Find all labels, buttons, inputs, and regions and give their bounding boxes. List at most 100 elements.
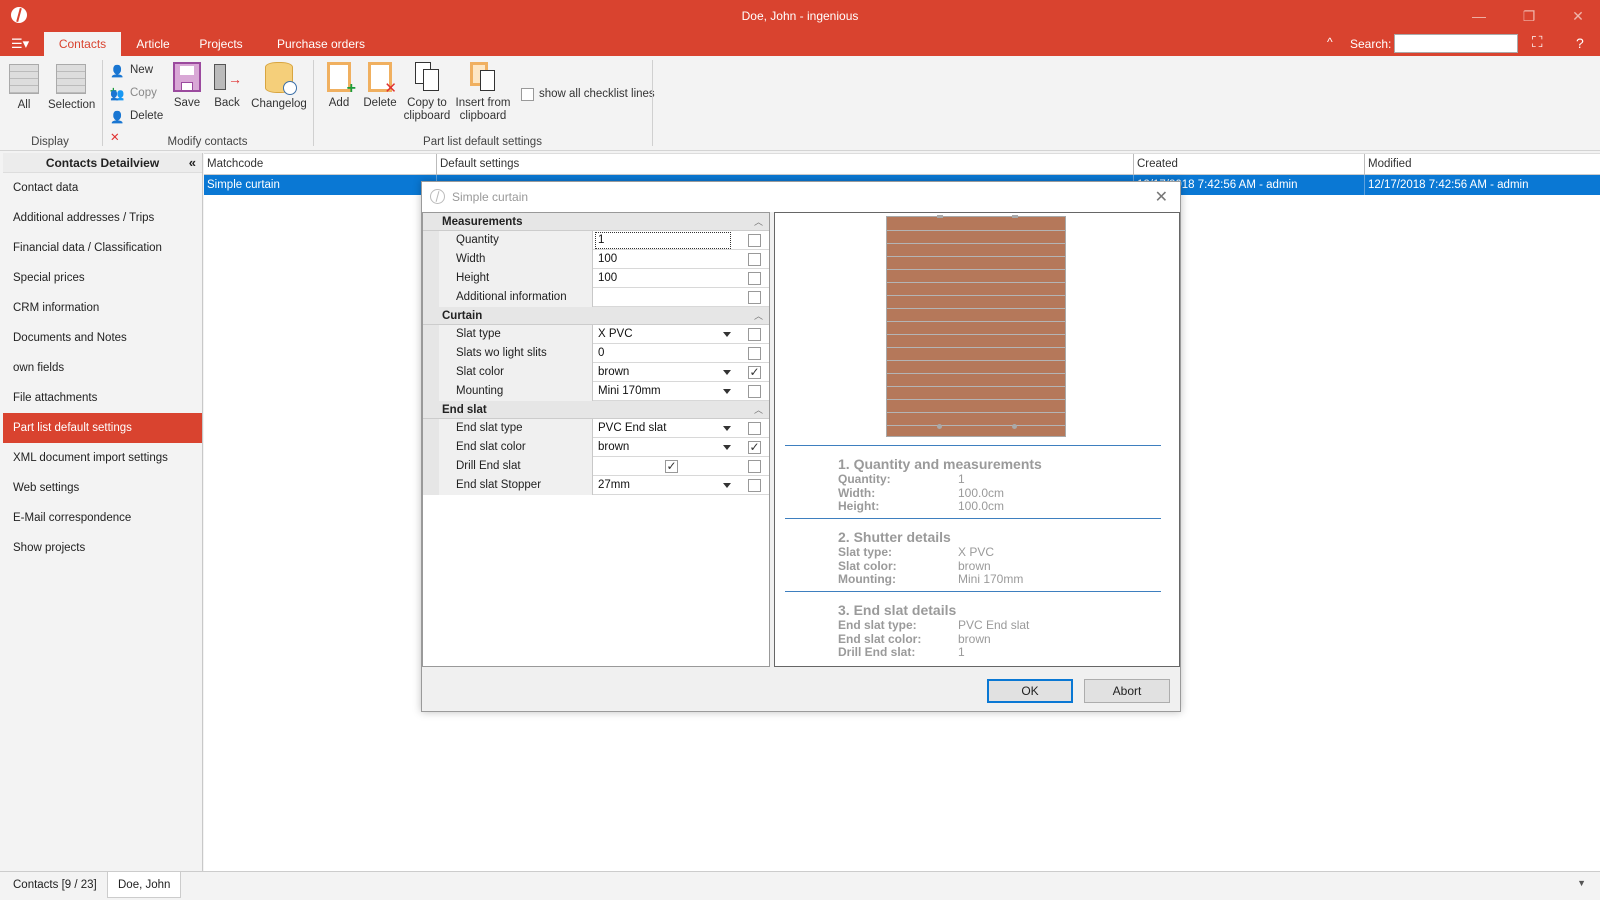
- minimize-button[interactable]: —: [1469, 6, 1489, 26]
- restore-button[interactable]: ❐: [1519, 6, 1539, 26]
- collapse-sidebar-icon[interactable]: «: [189, 153, 196, 173]
- sidebar-item-special-prices[interactable]: Special prices: [3, 263, 202, 293]
- property-dropdown[interactable]: PVC End slat: [594, 419, 736, 438]
- ribbon-separator: [313, 60, 314, 146]
- checklist-checkbox[interactable]: [748, 328, 761, 341]
- checklist-checkbox[interactable]: [748, 385, 761, 398]
- sidebar-item-web-settings[interactable]: Web settings: [3, 473, 202, 503]
- checklist-checkbox[interactable]: [748, 291, 761, 304]
- search-input[interactable]: [1394, 34, 1518, 53]
- dropdown-arrow-icon[interactable]: [723, 445, 731, 450]
- property-value-input[interactable]: 100: [594, 269, 736, 288]
- sidebar-item-show-projects[interactable]: Show projects: [3, 533, 202, 563]
- sidebar-item-contact-data[interactable]: Contact data: [3, 173, 202, 203]
- copy-to-clipboard-button[interactable]: Copy to clipboard: [403, 62, 451, 123]
- dropdown-arrow-icon[interactable]: [723, 370, 731, 375]
- back-button[interactable]: → Back: [210, 62, 244, 110]
- sidebar-item-additional-addresses-trips[interactable]: Additional addresses / Trips: [3, 203, 202, 233]
- checklist-checkbox[interactable]: [748, 347, 761, 360]
- group-partlist-label: Part list default settings: [423, 136, 542, 148]
- ok-button[interactable]: OK: [987, 679, 1073, 703]
- checklist-checkbox[interactable]: [748, 460, 761, 473]
- category-curtain[interactable]: Curtain ︿: [423, 307, 769, 325]
- category-measurements[interactable]: Measurements ︿: [423, 213, 769, 231]
- checklist-checkbox[interactable]: [748, 479, 761, 492]
- partlist-add-button[interactable]: + Add: [322, 62, 356, 110]
- display-all-button[interactable]: All: [8, 64, 40, 112]
- abort-button[interactable]: Abort: [1084, 679, 1170, 703]
- checklist-checkbox[interactable]: [748, 234, 761, 247]
- property-dropdown[interactable]: 27mm: [594, 476, 736, 495]
- display-selection-button[interactable]: Selection: [48, 64, 95, 112]
- summary-section-title: 3. End slat details: [838, 602, 957, 618]
- property-dropdown[interactable]: brown: [594, 363, 736, 382]
- insert-from-clipboard-button[interactable]: Insert from clipboard: [455, 62, 511, 123]
- collapse-category-icon[interactable]: ︿: [754, 213, 763, 231]
- sidebar-item-financial-data-classification[interactable]: Financial data / Classification: [3, 233, 202, 263]
- property-dropdown[interactable]: Mini 170mm: [594, 382, 736, 401]
- collapse-ribbon-icon[interactable]: ^: [1327, 35, 1333, 49]
- column-header-default-settings[interactable]: Default settings: [436, 154, 1136, 175]
- property-value-input[interactable]: [594, 288, 736, 307]
- tabs-overflow-icon[interactable]: ▼: [1577, 878, 1586, 888]
- close-button[interactable]: ✕: [1568, 6, 1588, 26]
- copy-contact-button[interactable]: 👥 Copy: [110, 83, 157, 103]
- property-value-input[interactable]: 1: [594, 231, 732, 250]
- collapse-category-icon[interactable]: ︿: [754, 401, 763, 419]
- summary-item: Slat color: brown: [838, 559, 991, 574]
- sidebar-item-file-attachments[interactable]: File attachments: [3, 383, 202, 413]
- sidebar-item-xml-document-import-settings[interactable]: XML document import settings: [3, 443, 202, 473]
- tab-article[interactable]: Article: [128, 32, 178, 56]
- help-button[interactable]: ?: [1576, 35, 1584, 51]
- tab-purchase-orders[interactable]: Purchase orders: [266, 32, 376, 56]
- property-name: Mounting: [439, 382, 593, 401]
- paste-clipboard-icon: [469, 62, 497, 92]
- sidebar-item-documents-and-notes[interactable]: Documents and Notes: [3, 323, 202, 353]
- property-value-input[interactable]: 0: [594, 344, 736, 363]
- property-dropdown[interactable]: X PVC: [594, 325, 736, 344]
- delete-contact-button[interactable]: 👤✕ Delete: [110, 106, 163, 144]
- category-end-slat[interactable]: End slat ︿: [423, 401, 769, 419]
- changelog-button[interactable]: Changelog: [250, 62, 308, 111]
- binoculars-icon[interactable]: ⛶: [1532, 34, 1543, 51]
- row-gutter: [423, 231, 439, 250]
- dropdown-arrow-icon[interactable]: [723, 332, 731, 337]
- search-label: Search:: [1350, 37, 1392, 51]
- checklist-checkbox[interactable]: [748, 272, 761, 285]
- dropdown-arrow-icon[interactable]: [723, 426, 731, 431]
- tab-projects[interactable]: Projects: [192, 32, 250, 56]
- partlist-delete-button[interactable]: ✕ Delete: [361, 62, 399, 110]
- dropdown-arrow-icon[interactable]: [723, 389, 731, 394]
- sidebar-item-e-mail-correspondence[interactable]: E-Mail correspondence: [3, 503, 202, 533]
- summary-value: 1: [958, 645, 965, 659]
- app-menu-icon[interactable]: ☰▾: [11, 37, 31, 51]
- clipboard-add-icon: +: [327, 62, 356, 97]
- property-name: End slat Stopper: [439, 476, 593, 495]
- collapse-category-icon[interactable]: ︿: [754, 307, 763, 325]
- property-dropdown[interactable]: brown: [594, 438, 736, 457]
- tab-contacts-list[interactable]: Contacts [9 / 23]: [3, 872, 107, 898]
- checklist-checkbox[interactable]: [748, 253, 761, 266]
- tab-contacts[interactable]: Contacts: [44, 32, 121, 56]
- dropdown-arrow-icon[interactable]: [723, 483, 731, 488]
- checklist-checkbox[interactable]: [748, 422, 761, 435]
- checklist-checkbox[interactable]: ✓: [748, 366, 761, 379]
- sidebar-item-part-list-default-settings[interactable]: Part list default settings: [3, 413, 202, 443]
- row-gutter: [423, 288, 439, 307]
- tab-doe-john[interactable]: Doe, John: [107, 872, 182, 898]
- slat-divider: [887, 425, 1065, 426]
- sidebar-item-crm-information[interactable]: CRM information: [3, 293, 202, 323]
- summary-section-title: 1. Quantity and measurements: [838, 456, 1042, 472]
- value-checkbox[interactable]: ✓: [665, 460, 678, 473]
- column-header-modified[interactable]: Modified: [1364, 154, 1600, 175]
- column-header-matchcode[interactable]: Matchcode: [204, 154, 436, 175]
- save-button[interactable]: Save: [170, 62, 204, 110]
- dialog-close-button[interactable]: ✕: [1155, 187, 1168, 207]
- slat-divider: [887, 373, 1065, 374]
- show-all-checklist-checkbox[interactable]: [521, 88, 534, 101]
- column-header-created[interactable]: Created: [1133, 154, 1364, 175]
- new-contact-button[interactable]: 👤+ New: [110, 60, 153, 98]
- property-value-input[interactable]: 100: [594, 250, 736, 269]
- checklist-checkbox[interactable]: ✓: [748, 441, 761, 454]
- sidebar-item-own-fields[interactable]: own fields: [3, 353, 202, 383]
